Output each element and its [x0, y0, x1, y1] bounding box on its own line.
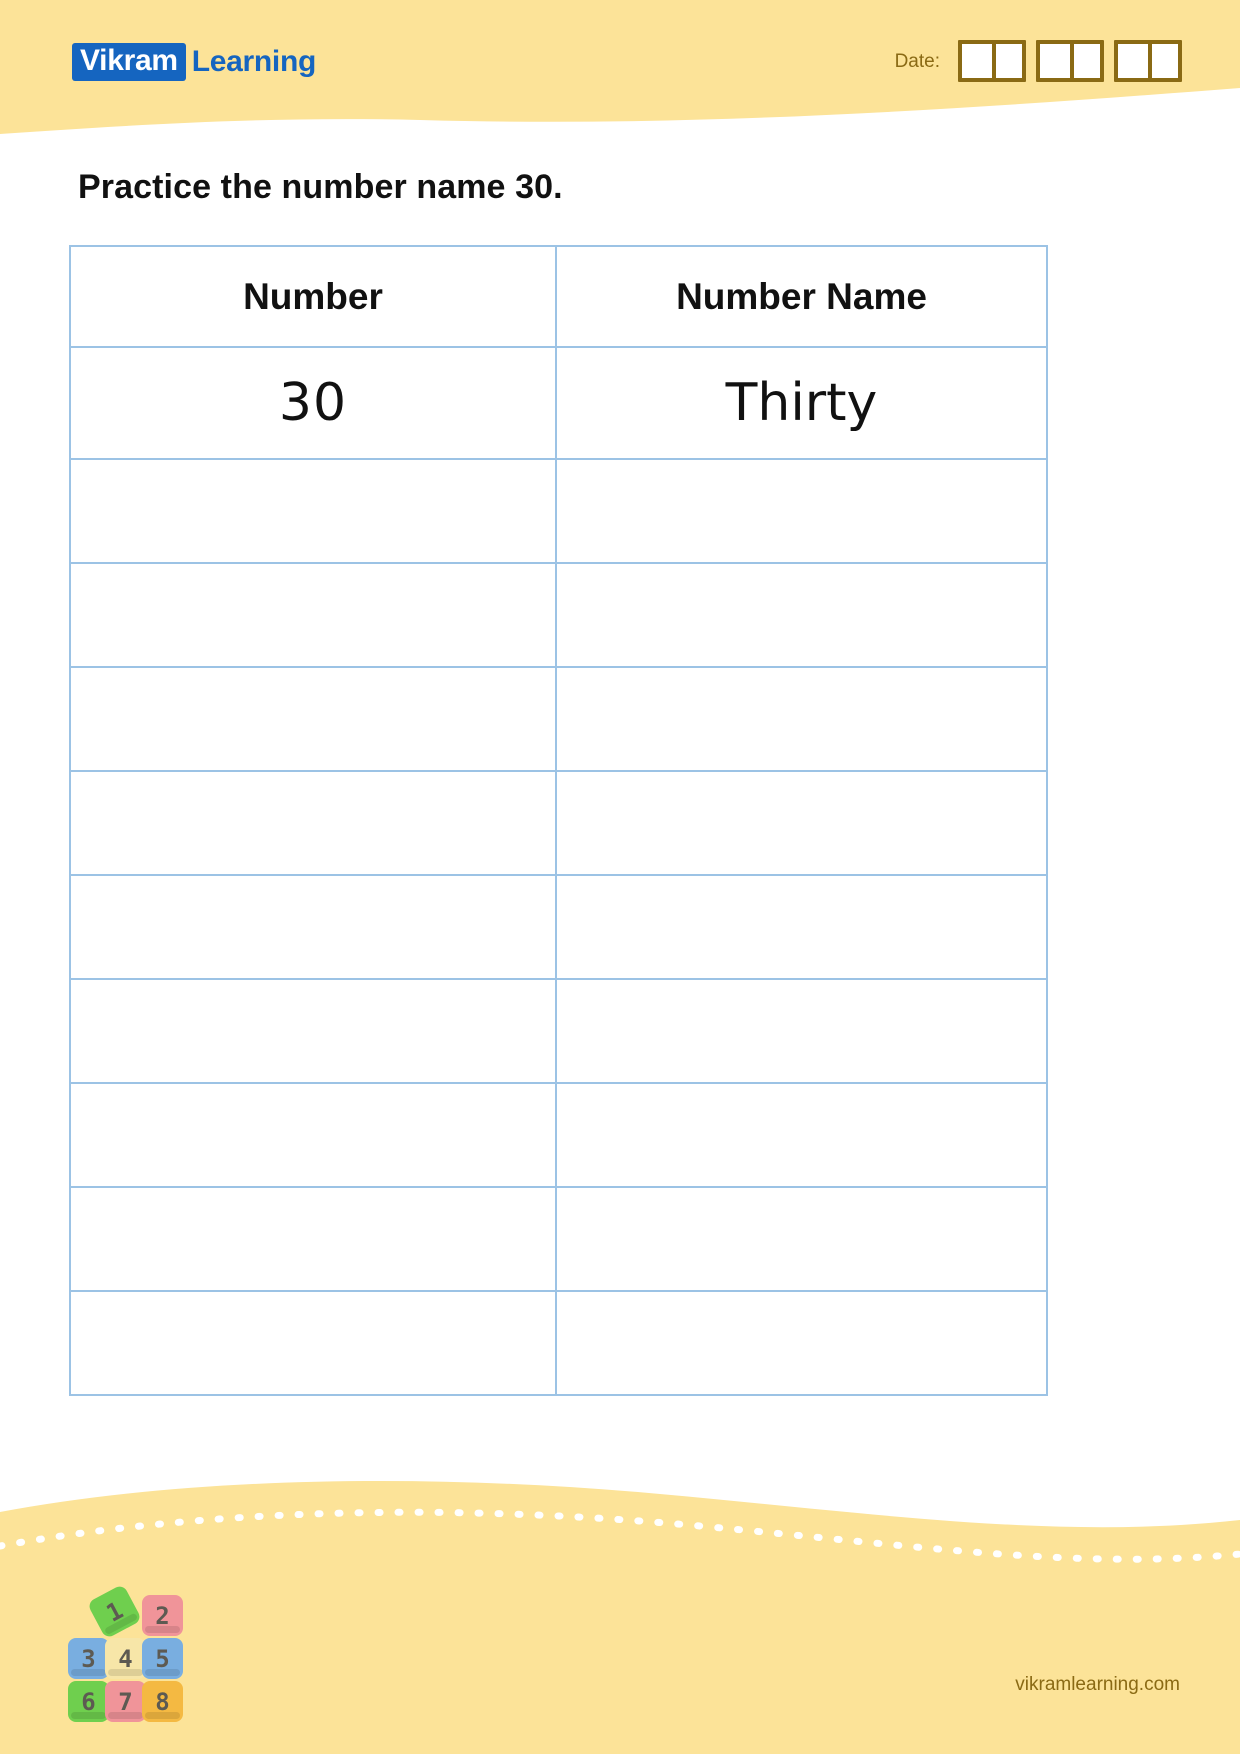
- column-header-number: Number: [69, 245, 557, 348]
- cell-number-name[interactable]: Thirty: [554, 346, 1049, 460]
- cell-number-name[interactable]: [554, 1082, 1049, 1188]
- practice-table: Number Number Name 30 Thirty: [69, 245, 1049, 1396]
- table-row: [69, 1082, 1049, 1188]
- cell-number-name[interactable]: [554, 666, 1049, 772]
- date-group-day[interactable]: [958, 40, 1026, 82]
- number-block-1: 1: [86, 1583, 143, 1640]
- table-row: [69, 770, 1049, 876]
- number-block-5: 5: [142, 1638, 183, 1679]
- table-row: [69, 874, 1049, 980]
- column-header-number-name: Number Name: [554, 245, 1049, 348]
- cell-number-name[interactable]: [554, 562, 1049, 668]
- cell-number-name[interactable]: [554, 770, 1049, 876]
- date-box[interactable]: [1040, 44, 1070, 78]
- cell-number[interactable]: [69, 1290, 557, 1396]
- table-row: [69, 562, 1049, 668]
- logo: Vikram Learning: [72, 43, 316, 81]
- cell-number[interactable]: [69, 458, 557, 564]
- number-block-2: 2: [142, 1595, 183, 1636]
- cell-number-name[interactable]: [554, 458, 1049, 564]
- page-title: Practice the number name 30.: [78, 168, 563, 206]
- table-row: 30 Thirty: [69, 346, 1049, 460]
- cell-number[interactable]: [69, 666, 557, 772]
- cell-number[interactable]: [69, 874, 557, 980]
- table-row: [69, 978, 1049, 1084]
- worksheet-page: Vikram Learning Date: Practice the numbe…: [0, 0, 1240, 1754]
- number-block-7: 7: [105, 1681, 146, 1722]
- number-block-3: 3: [68, 1638, 109, 1679]
- date-box[interactable]: [1148, 44, 1178, 78]
- date-label: Date:: [894, 50, 940, 72]
- cell-number[interactable]: [69, 562, 557, 668]
- cell-number-name[interactable]: [554, 874, 1049, 980]
- table-row: [69, 1186, 1049, 1292]
- date-box[interactable]: [1118, 44, 1148, 78]
- table-row: [69, 1290, 1049, 1396]
- table-body: 30 Thirty: [69, 346, 1049, 1396]
- cell-number[interactable]: 30: [69, 346, 557, 460]
- table-header-row: Number Number Name: [69, 245, 1049, 348]
- date-group-year[interactable]: [1114, 40, 1182, 82]
- number-block-6: 6: [68, 1681, 109, 1722]
- logo-tail: Learning: [191, 45, 317, 78]
- cell-number-name[interactable]: [554, 1290, 1049, 1396]
- cell-number[interactable]: [69, 1082, 557, 1188]
- number-block-4: 4: [105, 1638, 146, 1679]
- table-row: [69, 458, 1049, 564]
- date-box[interactable]: [992, 44, 1022, 78]
- site-url[interactable]: vikramlearning.com: [1015, 1674, 1180, 1696]
- date-box[interactable]: [962, 44, 992, 78]
- number-blocks-graphic: 1 2 3 4 5 6 7 8: [64, 1583, 184, 1726]
- cell-number-name[interactable]: [554, 978, 1049, 1084]
- table-row: [69, 666, 1049, 772]
- logo-badge: Vikram: [72, 43, 186, 81]
- cell-number[interactable]: [69, 1186, 557, 1292]
- cell-number-name[interactable]: [554, 1186, 1049, 1292]
- date-field: Date:: [895, 40, 1182, 82]
- cell-number[interactable]: [69, 978, 557, 1084]
- date-group-month[interactable]: [1036, 40, 1104, 82]
- footer-band: [0, 1454, 1240, 1754]
- cell-number[interactable]: [69, 770, 557, 876]
- date-box[interactable]: [1070, 44, 1100, 78]
- number-block-8: 8: [142, 1681, 183, 1722]
